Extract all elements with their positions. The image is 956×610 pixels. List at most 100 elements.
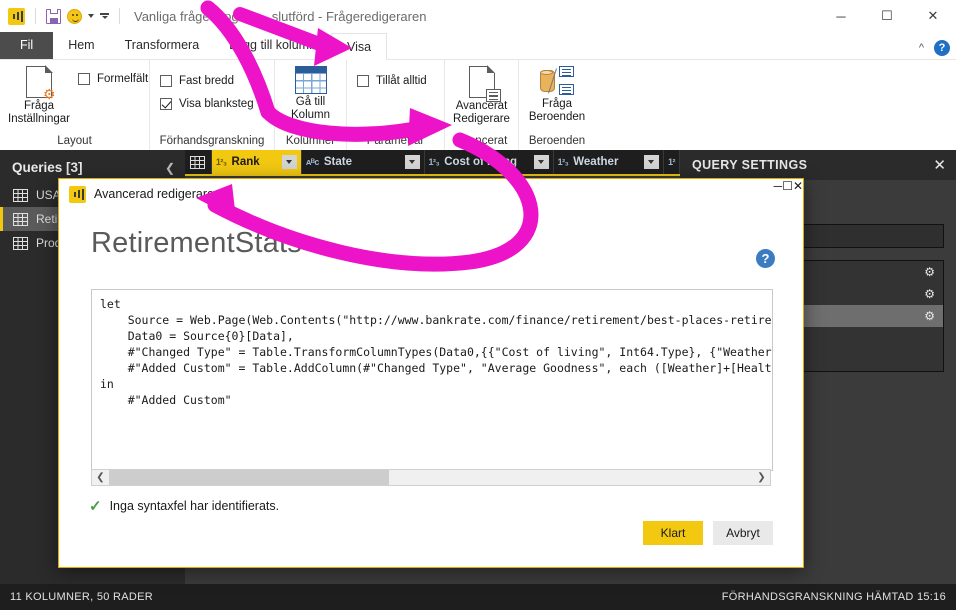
help-icon[interactable]: ? — [756, 249, 775, 268]
tab-hem[interactable]: Hem — [53, 32, 109, 59]
tab-lagg-till-kolumn[interactable]: Lägg till kolumn — [214, 32, 331, 59]
collapse-pane-icon[interactable]: ❮ — [165, 161, 175, 175]
column-header-next[interactable]: 1² — [664, 150, 680, 174]
smiley-icon[interactable] — [67, 8, 82, 24]
chevron-up-icon[interactable]: ^ — [919, 42, 924, 54]
checkbox-label: Tillåt alltid — [376, 75, 427, 87]
query-settings-title: QUERY SETTINGS — [692, 158, 808, 172]
close-icon[interactable]: ✕ — [933, 156, 946, 174]
dialog-maximize-button[interactable]: ☐ — [782, 179, 793, 209]
column-header-state[interactable]: ᴀᴮᴄ State — [302, 150, 425, 174]
save-icon[interactable] — [46, 8, 61, 24]
dialog-minimize-button[interactable]: ─ — [774, 179, 783, 209]
queries-title: Queries [3] — [12, 160, 83, 175]
column-header-cost-of-living[interactable]: 1²₃ Cost of living — [425, 150, 554, 174]
gear-icon[interactable]: ⚙ — [924, 309, 935, 323]
checkbox-box[interactable] — [160, 75, 172, 87]
select-all-icon[interactable] — [185, 150, 212, 174]
scrollbar-track[interactable] — [109, 470, 753, 485]
dialog-title-bar: Avancerad redigerare ─ ☐ ✕ — [59, 179, 803, 209]
quick-access-toolbar — [8, 7, 124, 25]
advanced-editor-button[interactable]: Avancerat Redigerare — [453, 64, 510, 126]
dialog-buttons: Klart Avbryt — [643, 521, 773, 545]
syntax-message: Inga syntaxfel har identifierats. — [109, 499, 280, 513]
query-settings-button[interactable]: ⚙ Fråga Inställningar — [8, 64, 70, 126]
gear-icon[interactable]: ⚙ — [924, 265, 935, 279]
column-filter-button[interactable] — [281, 155, 297, 169]
query-dependencies-button[interactable]: Fråga Beroenden — [527, 64, 587, 124]
dialog-title: Avancerad redigerare — [94, 187, 214, 201]
gear-icon[interactable]: ⚙ — [924, 287, 935, 301]
checkbox-visa-blanksteg[interactable]: Visa blanksteg — [160, 98, 254, 110]
column-type-icon: 1²₃ — [215, 157, 227, 167]
group-label-forhandsgranskning: Förhandsgranskning — [159, 135, 265, 147]
scrollbar-thumb[interactable] — [109, 470, 389, 485]
table-icon — [13, 188, 28, 202]
checkbox-label: Formelfält — [97, 73, 149, 85]
syntax-status: ✓ Inga syntaxfel har identifierats. — [89, 497, 279, 515]
column-header-weather[interactable]: 1²₃ Weather — [554, 150, 664, 174]
ribbon-tabs: Fil Hem Transformera Lägg till kolumn Vi… — [0, 32, 956, 60]
checkbox-tillat-alltid[interactable]: Tillåt alltid — [357, 75, 427, 87]
done-button[interactable]: Klart — [643, 521, 703, 545]
checkbox-box[interactable] — [357, 75, 369, 87]
group-label-avancerat: Avancerat — [455, 135, 508, 147]
column-header-rank[interactable]: 1²₃ Rank — [211, 150, 302, 174]
table-icon — [13, 212, 28, 226]
group-label-kolumner: Kolumner — [285, 135, 336, 147]
column-filter-button[interactable] — [533, 155, 549, 169]
code-editor[interactable]: let Source = Web.Page(Web.Contents("http… — [91, 289, 773, 471]
checkbox-box[interactable] — [78, 73, 91, 85]
dialog-close-button[interactable]: ✕ — [793, 179, 803, 209]
advanced-editor-label-2: Redigerare — [453, 113, 510, 125]
query-settings-header: QUERY SETTINGS ✕ — [680, 150, 956, 180]
column-label: Weather — [573, 156, 619, 168]
ribbon-group-parametrar: Tillåt alltid Parametrar — [347, 60, 445, 150]
chevron-right-icon[interactable]: ❯ — [753, 472, 770, 483]
column-type-icon: 1² — [667, 157, 676, 167]
checkbox-label: Visa blanksteg — [179, 98, 254, 110]
checkbox-box[interactable] — [160, 98, 172, 110]
cancel-button[interactable]: Avbryt — [713, 521, 773, 545]
maximize-button[interactable]: ☐ — [864, 0, 910, 32]
column-label: Rank — [231, 156, 260, 168]
query-editor-window: Vanliga frågeuppgifter - slutförd - Fråg… — [0, 0, 956, 610]
chevron-down-icon[interactable] — [88, 14, 94, 18]
column-filter-button[interactable] — [643, 155, 659, 169]
checkbox-formelfalt[interactable]: Formelfält — [78, 73, 148, 85]
column-type-icon: 1²₃ — [428, 157, 440, 167]
tab-fil[interactable]: Fil — [0, 32, 54, 59]
divider — [35, 8, 36, 24]
chevron-left-icon[interactable]: ❮ — [92, 472, 109, 483]
tab-transformera[interactable]: Transformera — [110, 32, 215, 59]
checkbox-fast-bredd[interactable]: Fast bredd — [160, 75, 234, 87]
column-filter-button[interactable] — [404, 155, 420, 169]
ribbon-group-layout: ⚙ Fråga Inställningar Formelfält Layout — [0, 60, 150, 150]
close-button[interactable]: ✕ — [910, 0, 956, 32]
customize-quick-access-icon[interactable] — [100, 13, 109, 19]
column-label: State — [323, 156, 352, 168]
query-dependencies-label-1: Fråga — [541, 98, 573, 110]
status-right: FÖRHANDSGRANSKNING HÄMTAD 15:16 — [721, 591, 946, 603]
dialog-query-name: RetirementStats — [91, 227, 302, 259]
code-horizontal-scrollbar[interactable]: ❮ ❯ — [91, 469, 771, 486]
goto-column-label-2: Kolumn — [291, 109, 330, 121]
group-label-parametrar: Parametrar — [366, 135, 425, 147]
goto-column-button[interactable]: Gå till Kolumn — [283, 64, 338, 122]
minimize-button[interactable]: ─ — [818, 0, 864, 32]
column-type-icon: ᴀᴮᴄ — [305, 157, 319, 167]
help-icon[interactable]: ? — [934, 40, 950, 56]
ribbon-group-avancerat: Avancerat Redigerare Avancerat — [445, 60, 519, 150]
title-bar: Vanliga frågeuppgifter - slutförd - Fråg… — [0, 0, 956, 32]
ribbon-group-forhandsgranskning: Fast bredd Visa blanksteg Förhandsgransk… — [150, 60, 275, 150]
query-dependencies-label-2: Beroenden — [528, 111, 586, 123]
power-bi-logo-icon — [8, 7, 25, 25]
dialog-window-controls: ─ ☐ ✕ — [774, 179, 803, 209]
window-controls: ─ ☐ ✕ — [818, 0, 956, 32]
ribbon-group-beroenden: Fråga Beroenden Beroenden — [519, 60, 595, 150]
column-header-row: 1²₃ Rank ᴀᴮᴄ State 1²₃ Cost of living 1²… — [185, 150, 680, 176]
status-bar: 11 KOLUMNER, 50 RADER FÖRHANDSGRANSKNING… — [0, 584, 956, 610]
tab-visa[interactable]: Visa — [331, 33, 388, 60]
query-settings-icon: ⚙ — [26, 65, 56, 101]
group-label-beroenden: Beroenden — [528, 135, 586, 147]
